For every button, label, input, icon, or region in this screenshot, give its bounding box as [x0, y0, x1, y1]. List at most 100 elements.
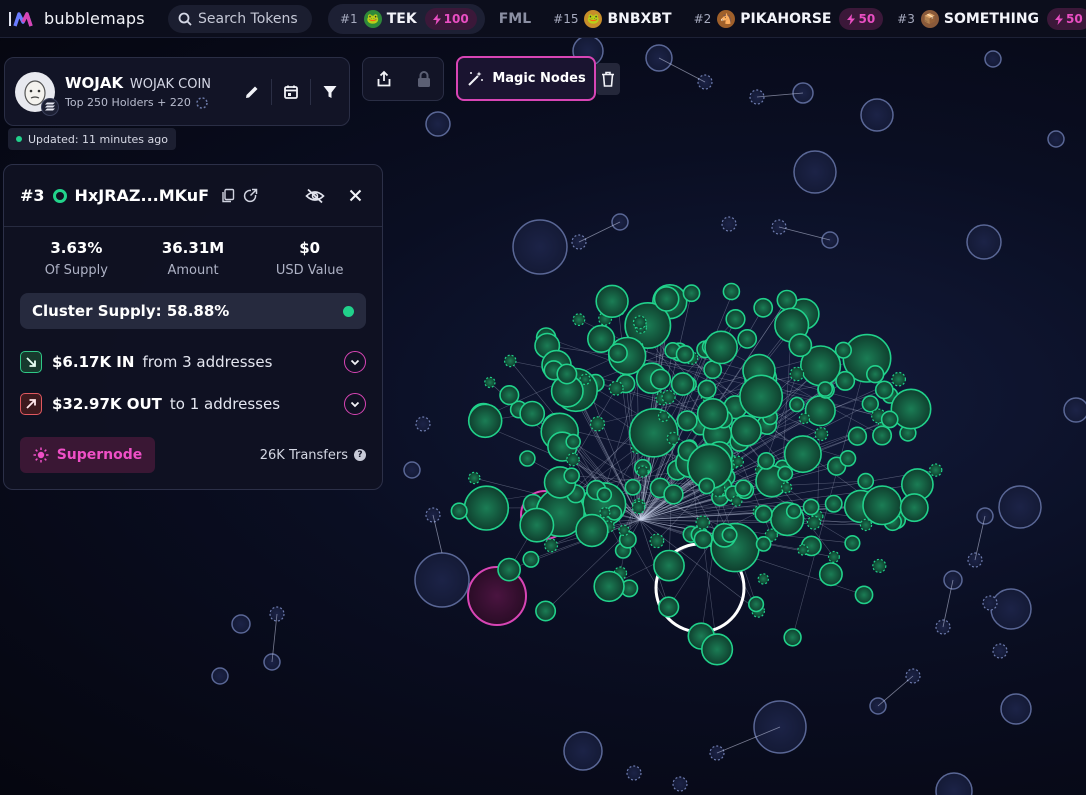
holder-bubble[interactable]	[649, 533, 665, 549]
holder-bubble[interactable]	[676, 410, 698, 432]
holder-bubble[interactable]	[682, 284, 701, 303]
holder-bubble[interactable]	[693, 529, 713, 549]
holder-bubble[interactable]	[467, 403, 503, 439]
holder-bubble[interactable]	[824, 494, 843, 513]
holder-bubble[interactable]	[844, 534, 861, 552]
holder-bubble[interactable]	[519, 507, 555, 543]
holder-bubble[interactable]	[653, 285, 680, 312]
holder-bubble[interactable]	[747, 596, 765, 613]
holder-bubble[interactable]	[804, 395, 836, 427]
isolated-holder-bubble[interactable]	[966, 224, 1002, 260]
small-holder-bubble[interactable]	[721, 216, 737, 232]
close-panel-button[interactable]	[344, 185, 366, 207]
holder-bubble[interactable]	[730, 414, 762, 447]
copy-address-button[interactable]	[217, 185, 239, 207]
holder-bubble[interactable]	[839, 449, 857, 467]
holder-bubble[interactable]	[658, 596, 680, 618]
help-icon[interactable]: ?	[354, 449, 366, 461]
holder-bubble[interactable]	[789, 366, 805, 382]
expand-inflow-button[interactable]	[344, 351, 366, 373]
holder-bubble[interactable]	[872, 425, 893, 446]
isolated-holder-bubble[interactable]	[984, 50, 1002, 68]
holder-bubble[interactable]	[732, 455, 744, 468]
holder-bubble[interactable]	[589, 416, 606, 432]
holder-bubble[interactable]	[566, 452, 580, 467]
search-tokens-button[interactable]: Search Tokens	[168, 4, 312, 33]
holder-bubble[interactable]	[503, 354, 517, 368]
holder-bubble[interactable]	[697, 379, 717, 399]
holder-bubble[interactable]	[806, 515, 822, 530]
small-holder-bubble[interactable]	[982, 595, 998, 611]
holder-bubble[interactable]	[780, 481, 793, 494]
supernode-button[interactable]: Supernode	[20, 437, 155, 473]
isolated-holder-bubble[interactable]	[998, 485, 1042, 529]
holder-bubble[interactable]	[753, 297, 774, 318]
holder-bubble[interactable]	[929, 463, 943, 477]
holder-address[interactable]: HxJRAZ...MKuF	[75, 186, 210, 205]
isolated-holder-bubble[interactable]	[414, 552, 470, 608]
isolated-holder-bubble[interactable]	[935, 772, 973, 795]
boost-badge[interactable]: 50	[1047, 8, 1086, 30]
holder-bubble[interactable]	[700, 633, 734, 666]
holder-bubble[interactable]	[463, 485, 510, 531]
holder-bubble[interactable]	[818, 562, 843, 587]
holder-bubble[interactable]	[827, 550, 840, 563]
holder-bubble[interactable]	[785, 503, 802, 520]
holder-bubble[interactable]	[666, 431, 680, 445]
holder-bubble[interactable]	[596, 486, 613, 503]
holder-bubble[interactable]	[899, 493, 929, 523]
holder-bubble[interactable]	[891, 371, 906, 387]
holder-bubble[interactable]	[608, 380, 624, 396]
holder-bubble[interactable]	[497, 557, 522, 582]
holder-bubble[interactable]	[862, 485, 903, 526]
isolated-holder-bubble[interactable]	[211, 667, 229, 685]
trending-token-bnbxbt[interactable]: #15 🐸 BNBXBT	[553, 4, 679, 34]
small-holder-bubble[interactable]	[626, 765, 642, 781]
holder-bubble[interactable]	[661, 389, 676, 405]
isolated-holder-bubble[interactable]	[512, 219, 568, 275]
holder-bubble[interactable]	[522, 550, 540, 568]
filter-button[interactable]	[311, 73, 349, 111]
holder-bubble[interactable]	[698, 477, 716, 495]
calendar-button[interactable]	[272, 73, 310, 111]
delete-button[interactable]	[596, 63, 620, 95]
holder-bubble[interactable]	[865, 365, 885, 384]
holder-bubble[interactable]	[814, 427, 829, 442]
holder-bubble[interactable]	[817, 381, 834, 397]
holder-bubble[interactable]	[599, 506, 611, 519]
trending-token-tek[interactable]: #1 🐸 TEK 100	[328, 4, 485, 34]
holder-bubble[interactable]	[544, 538, 559, 553]
hide-node-button[interactable]	[304, 185, 326, 207]
holder-bubble[interactable]	[556, 363, 578, 385]
holder-bubble[interactable]	[788, 396, 805, 413]
holder-bubble[interactable]	[802, 498, 820, 516]
holder-bubble[interactable]	[722, 282, 741, 301]
holder-bubble[interactable]	[739, 374, 784, 419]
holder-bubble[interactable]	[593, 570, 625, 603]
holder-bubble[interactable]	[734, 479, 752, 497]
share-button[interactable]	[375, 70, 393, 88]
holder-bubble[interactable]	[499, 385, 520, 406]
holder-bubble[interactable]	[535, 600, 557, 622]
expand-outflow-button[interactable]	[344, 393, 366, 415]
holder-bubble[interactable]	[788, 333, 813, 358]
isolated-holder-bubble[interactable]	[231, 614, 251, 634]
holder-bubble[interactable]	[519, 400, 546, 427]
holder-bubble[interactable]	[754, 504, 773, 524]
holder-bubble[interactable]	[857, 472, 875, 490]
open-external-button[interactable]	[239, 185, 261, 207]
holder-bubble[interactable]	[757, 573, 770, 585]
holder-bubble[interactable]	[755, 536, 772, 552]
isolated-holder-bubble[interactable]	[860, 98, 894, 132]
lock-button[interactable]	[416, 70, 432, 88]
holder-bubble[interactable]	[468, 471, 481, 485]
isolated-holder-bubble[interactable]	[1047, 130, 1065, 148]
holder-bubble[interactable]	[695, 515, 710, 530]
brand-logo[interactable]: bubblemaps	[0, 9, 160, 29]
holder-bubble[interactable]	[618, 524, 630, 537]
trending-token-faded[interactable]: FML	[499, 11, 531, 27]
isolated-holder-bubble[interactable]	[1000, 693, 1032, 725]
holder-bubble[interactable]	[670, 372, 695, 396]
holder-bubble[interactable]	[696, 397, 729, 430]
holder-bubble[interactable]	[649, 368, 672, 390]
